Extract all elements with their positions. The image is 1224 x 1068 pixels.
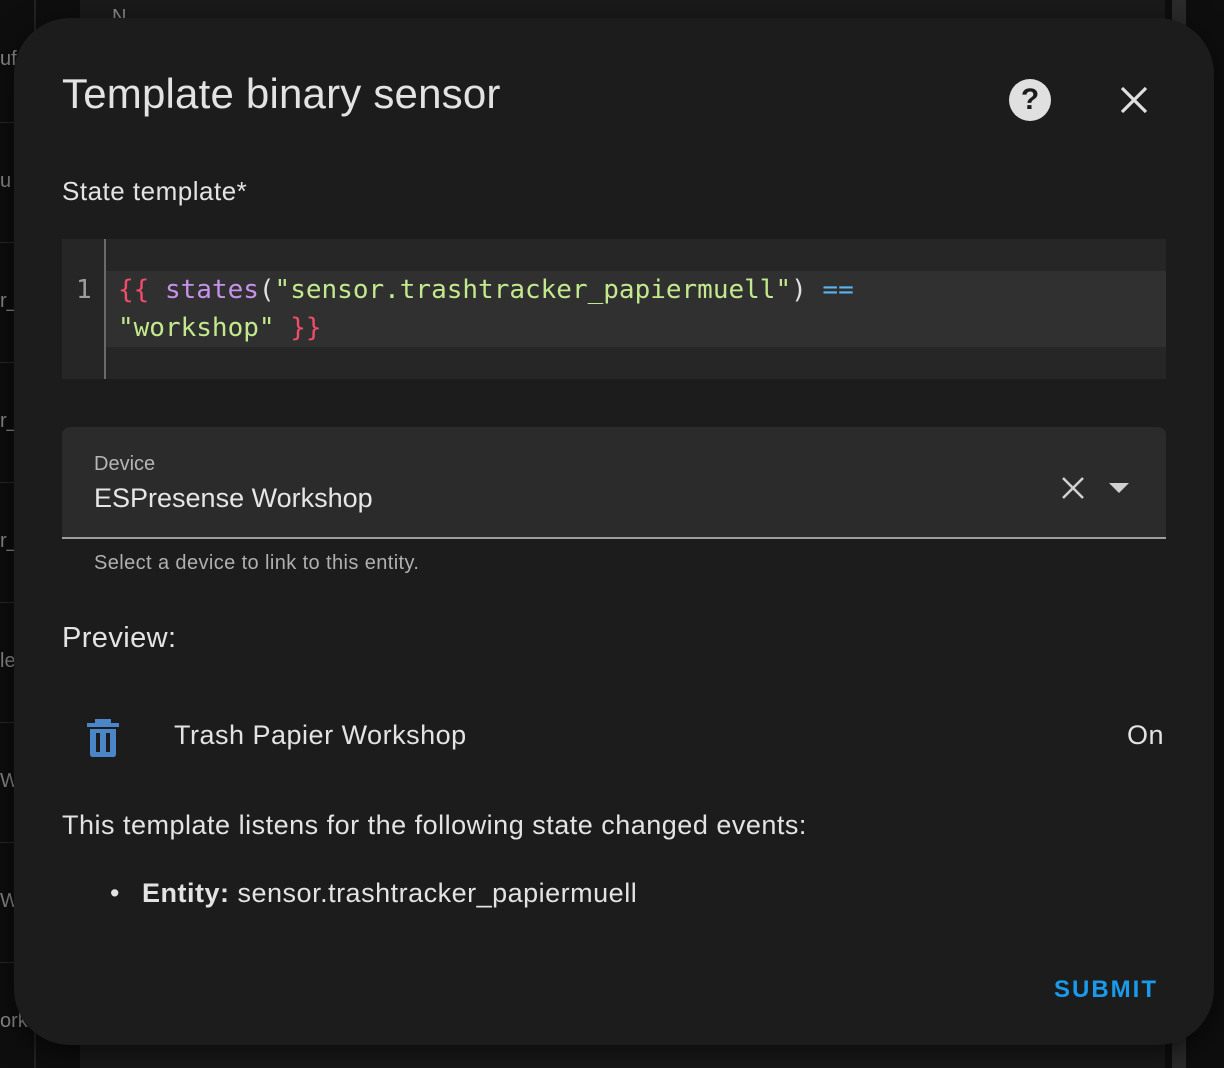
menu-down-icon: [1109, 483, 1129, 493]
device-value: ESPresense Workshop: [94, 483, 373, 513]
clear-icon[interactable]: [1056, 471, 1090, 505]
listener-value: sensor.trashtracker_papiermuell: [237, 878, 638, 908]
code-token: (: [258, 275, 275, 305]
help-icon[interactable]: ?: [1009, 79, 1051, 121]
code-token: states: [164, 275, 259, 305]
background-text: u: [0, 170, 12, 192]
code-token: ): [791, 275, 807, 305]
close-icon: [1062, 477, 1084, 499]
template-dialog: Template binary sensor ? State template*…: [14, 18, 1214, 1045]
code-token: }}: [290, 313, 322, 343]
list-item: Entity: sensor.trashtracker_papiermuell: [142, 878, 638, 908]
entity-name: Trash Papier Workshop: [174, 720, 467, 750]
list-bullet: •: [110, 878, 120, 908]
device-helper-text: Select a device to link to this entity.: [94, 552, 420, 574]
submit-button[interactable]: SUBMIT: [1054, 976, 1158, 1004]
dialog-title: Template binary sensor: [62, 70, 501, 117]
code-content[interactable]: {{ states("sensor.trashtracker_papiermue…: [118, 271, 854, 347]
entity-state: On: [1126, 720, 1164, 750]
listeners-intro: This template listens for the following …: [62, 810, 807, 840]
menu-down-icon[interactable]: [1104, 471, 1134, 505]
listener-key: Entity: [142, 878, 221, 908]
preview-label: Preview:: [62, 622, 177, 654]
close-icon[interactable]: [1112, 80, 1156, 120]
device-label: Device: [94, 453, 156, 475]
state-template-label: State template*: [62, 176, 248, 206]
code-token: "workshop": [118, 313, 275, 343]
line-number: 1: [76, 275, 92, 305]
state-template-editor[interactable]: 1 {{ states("sensor.trashtracker_papierm…: [62, 239, 1166, 379]
code-token: {{: [118, 275, 150, 305]
trash-can-icon: [87, 719, 119, 757]
code-token: "sensor.trashtracker_papiermuell": [274, 275, 792, 305]
close-icon: [1120, 86, 1148, 114]
device-select[interactable]: Device ESPresense Workshop: [62, 427, 1166, 539]
editor-gutter: [104, 239, 106, 379]
code-token: ==: [822, 275, 854, 305]
preview-entity-row: Trash Papier Workshop On: [62, 708, 1166, 768]
